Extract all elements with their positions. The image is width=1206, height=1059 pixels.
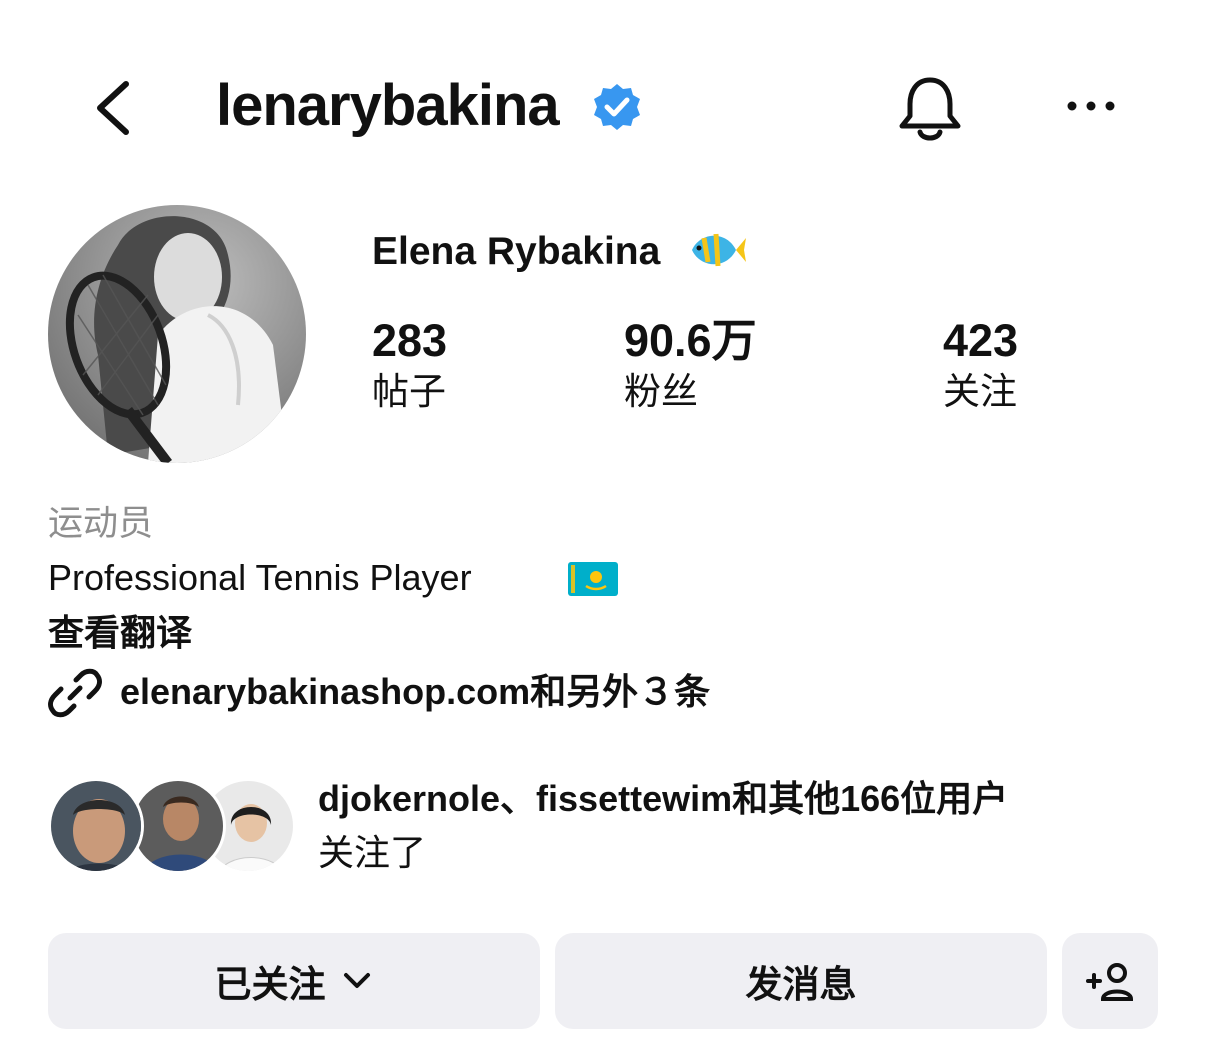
stat-followers-value: 90.6万 xyxy=(624,315,757,366)
stat-followers-label: 粉丝 xyxy=(624,371,698,412)
display-name: Elena Rybakina xyxy=(372,230,661,273)
profile-bio: Professional Tennis Player xyxy=(48,557,472,598)
message-button-label: 发消息 xyxy=(745,964,857,1005)
link-icon xyxy=(48,668,102,718)
followed-by-line2: 关注了 xyxy=(318,832,427,873)
following-button[interactable]: 已关注 xyxy=(48,933,540,1029)
followed-by-names: djokernole、fissettewim xyxy=(318,778,733,819)
back-icon[interactable] xyxy=(86,72,146,144)
bell-icon[interactable] xyxy=(896,72,964,144)
following-button-label: 已关注 xyxy=(214,964,326,1005)
see-translation-link[interactable]: 查看翻译 xyxy=(48,608,192,658)
follower-avatar-2[interactable] xyxy=(130,778,226,874)
followed-by-suffix: 和其他166位用户 xyxy=(732,778,1009,819)
more-options-icon[interactable] xyxy=(1062,84,1120,128)
followed-by-text[interactable]: djokernole、fissettewim和其他166位用户 关注了 xyxy=(318,772,1178,880)
stat-following[interactable]: 423 关注 xyxy=(943,314,1018,416)
add-user-icon xyxy=(1086,963,1134,1001)
stat-posts-label: 帖子 xyxy=(372,371,446,412)
stat-followers[interactable]: 90.6万 粉丝 xyxy=(624,314,757,416)
tropical-fish-icon xyxy=(692,233,746,267)
kazakhstan-flag-icon xyxy=(568,562,618,596)
message-button[interactable]: 发消息 xyxy=(555,933,1047,1029)
profile-avatar[interactable] xyxy=(48,205,306,463)
chevron-down-icon xyxy=(343,973,370,988)
profile-link[interactable]: elenarybakinashop.com和另外３条 xyxy=(120,666,710,718)
profile-category: 运动员 xyxy=(48,504,154,543)
stat-following-label: 关注 xyxy=(943,371,1017,412)
profile-username: lenarybakina xyxy=(216,73,560,138)
follower-avatar-1[interactable] xyxy=(48,778,144,874)
verified-badge-icon xyxy=(594,84,640,130)
stat-posts-value: 283 xyxy=(372,315,448,366)
stat-following-value: 423 xyxy=(943,315,1019,366)
stat-posts[interactable]: 283 帖子 xyxy=(372,314,447,416)
add-user-button[interactable] xyxy=(1062,933,1158,1029)
